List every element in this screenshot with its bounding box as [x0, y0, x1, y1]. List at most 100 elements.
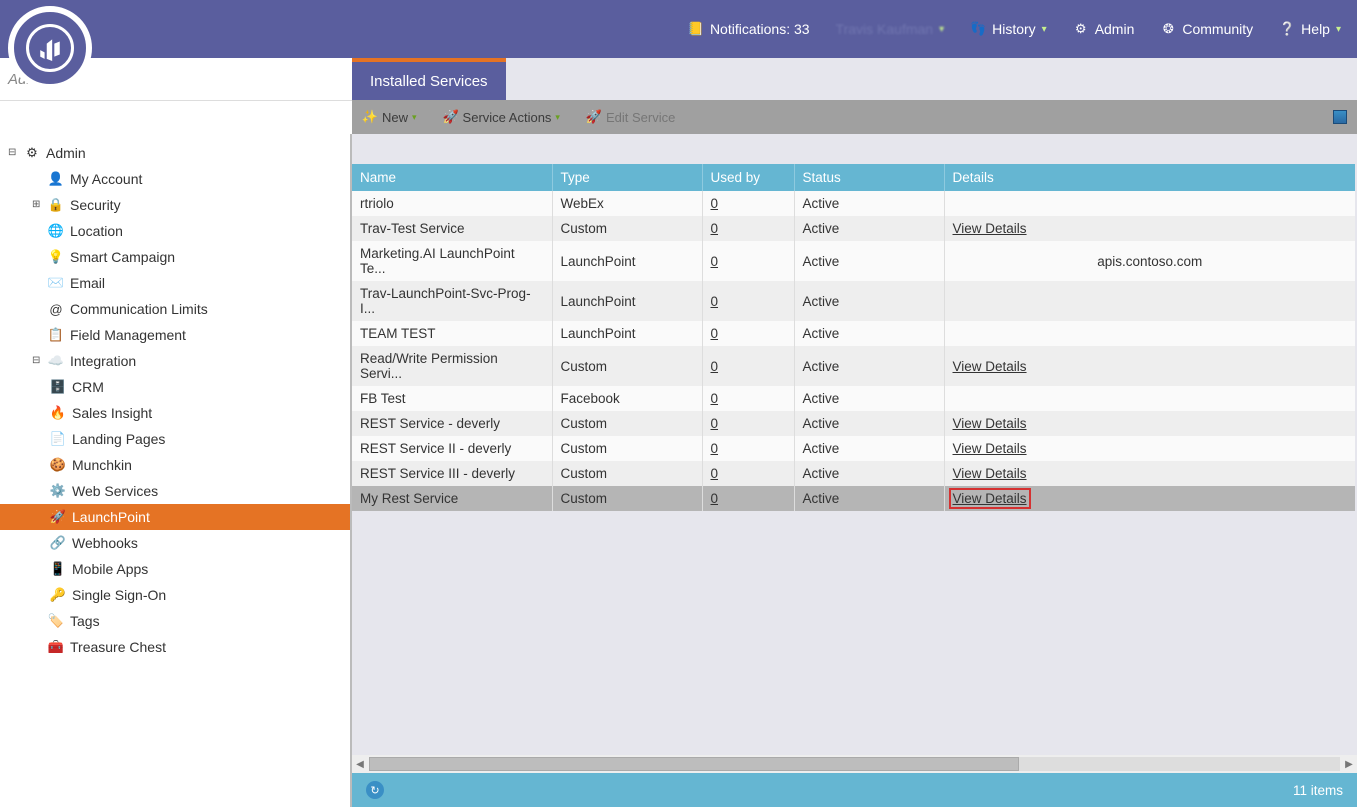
- view-details-link[interactable]: View Details: [953, 359, 1027, 374]
- table-row[interactable]: REST Service - deverlyCustom0ActiveView …: [352, 411, 1355, 436]
- notifications-label: Notifications: 33: [710, 21, 810, 37]
- help-label: Help: [1301, 21, 1330, 37]
- user-menu[interactable]: Travis Kaufman ▾: [836, 21, 945, 37]
- cell-type: Custom: [552, 461, 702, 486]
- tree-mobile-apps[interactable]: 📱Mobile Apps: [0, 556, 350, 582]
- cell-details: View Details: [944, 411, 1355, 436]
- refresh-button[interactable]: ↻: [366, 781, 384, 799]
- tree-my-account[interactable]: 👤My Account: [0, 166, 350, 192]
- cell-used: 0: [702, 216, 794, 241]
- cell-details: View Details: [944, 486, 1355, 511]
- tree-email[interactable]: ✉️Email: [0, 270, 350, 296]
- used-by-link[interactable]: 0: [711, 196, 719, 211]
- table-row[interactable]: Marketing.AI LaunchPoint Te...LaunchPoin…: [352, 241, 1355, 281]
- cell-status: Active: [794, 281, 944, 321]
- tree-munchkin[interactable]: 🍪Munchkin: [0, 452, 350, 478]
- scroll-left-icon[interactable]: ◀: [352, 759, 368, 770]
- tree-sso[interactable]: 🔑Single Sign-On: [0, 582, 350, 608]
- tree-tags[interactable]: 🏷️Tags: [0, 608, 350, 634]
- admin-link[interactable]: ⚙ Admin: [1073, 21, 1135, 37]
- view-details-link[interactable]: View Details: [953, 416, 1027, 431]
- tab-installed-services[interactable]: Installed Services: [352, 58, 506, 100]
- table-row[interactable]: Trav-Test ServiceCustom0ActiveView Detai…: [352, 216, 1355, 241]
- cell-type: LaunchPoint: [552, 241, 702, 281]
- used-by-link[interactable]: 0: [711, 391, 719, 406]
- table-row[interactable]: REST Service II - deverlyCustom0ActiveVi…: [352, 436, 1355, 461]
- cell-used: 0: [702, 281, 794, 321]
- tree-field-management[interactable]: 📋Field Management: [0, 322, 350, 348]
- cell-name: REST Service II - deverly: [352, 436, 552, 461]
- tree-security[interactable]: ⊞🔒Security: [0, 192, 350, 218]
- tree-treasure-chest[interactable]: 🧰Treasure Chest: [0, 634, 350, 660]
- new-button[interactable]: ✨ New ▾: [362, 109, 417, 125]
- cell-status: Active: [794, 411, 944, 436]
- scroll-thumb[interactable]: [369, 757, 1019, 771]
- view-details-link[interactable]: View Details: [949, 488, 1031, 509]
- used-by-link[interactable]: 0: [711, 466, 719, 481]
- edit-service-button[interactable]: 🚀 Edit Service: [586, 109, 675, 125]
- used-by-link[interactable]: 0: [711, 491, 719, 506]
- col-header-details[interactable]: Details: [944, 164, 1355, 191]
- col-header-status[interactable]: Status: [794, 164, 944, 191]
- gears-icon: ⚙️: [50, 483, 66, 499]
- view-details-link[interactable]: View Details: [953, 221, 1027, 236]
- toggle-panel-button[interactable]: [1333, 110, 1347, 124]
- history-menu[interactable]: 👣 History ▾: [970, 21, 1047, 37]
- tree-smart-campaign[interactable]: 💡Smart Campaign: [0, 244, 350, 270]
- table-row[interactable]: rtrioloWebEx0Active: [352, 191, 1355, 216]
- help-menu[interactable]: ❔ Help ▾: [1279, 21, 1341, 37]
- table-row[interactable]: FB TestFacebook0Active: [352, 386, 1355, 411]
- tree-sales-insight[interactable]: 🔥Sales Insight: [0, 400, 350, 426]
- table-row[interactable]: TEAM TESTLaunchPoint0Active: [352, 321, 1355, 346]
- logo[interactable]: [8, 6, 92, 90]
- tree-web-services[interactable]: ⚙️Web Services: [0, 478, 350, 504]
- tab-title: Installed Services: [370, 73, 488, 90]
- tree-launchpoint[interactable]: 🚀LaunchPoint: [0, 504, 350, 530]
- tree-crm[interactable]: 🗄️CRM: [0, 374, 350, 400]
- used-by-link[interactable]: 0: [711, 326, 719, 341]
- cell-name: My Rest Service: [352, 486, 552, 511]
- tree-location[interactable]: 🌐Location: [0, 218, 350, 244]
- cell-status: Active: [794, 191, 944, 216]
- table-row[interactable]: My Rest ServiceCustom0ActiveView Details: [352, 486, 1355, 511]
- cell-details: [944, 191, 1355, 216]
- cell-status: Active: [794, 436, 944, 461]
- grid-footer: ↻ 11 items: [352, 773, 1357, 807]
- view-details-link[interactable]: View Details: [953, 441, 1027, 456]
- cell-details: [944, 281, 1355, 321]
- list-icon: 📋: [48, 327, 64, 343]
- used-by-link[interactable]: 0: [711, 254, 719, 269]
- tree-webhooks[interactable]: 🔗Webhooks: [0, 530, 350, 556]
- used-by-link[interactable]: 0: [711, 294, 719, 309]
- table-row[interactable]: Trav-LaunchPoint-Svc-Prog-I...LaunchPoin…: [352, 281, 1355, 321]
- cell-type: WebEx: [552, 191, 702, 216]
- cell-details: View Details: [944, 461, 1355, 486]
- tree-comm-limits[interactable]: @Communication Limits: [0, 296, 350, 322]
- cookie-icon: 🍪: [50, 457, 66, 473]
- horizontal-scrollbar[interactable]: ◀ ▶: [352, 755, 1357, 773]
- notifications-link[interactable]: 📒 Notifications: 33: [688, 21, 810, 37]
- content-toolbar: ✨ New ▾ 🚀 Service Actions ▾ 🚀 Edit Servi…: [352, 100, 1357, 134]
- table-row[interactable]: Read/Write Permission Servi...Custom0Act…: [352, 346, 1355, 386]
- view-details-link[interactable]: View Details: [953, 466, 1027, 481]
- gear-icon: ⚙: [1073, 21, 1089, 37]
- tag-icon: 🏷️: [48, 613, 64, 629]
- tree-landing-pages[interactable]: 📄Landing Pages: [0, 426, 350, 452]
- service-actions-label: Service Actions: [463, 110, 552, 125]
- table-row[interactable]: REST Service III - deverlyCustom0ActiveV…: [352, 461, 1355, 486]
- tree-integration[interactable]: ⊟☁️Integration: [0, 348, 350, 374]
- col-header-type[interactable]: Type: [552, 164, 702, 191]
- used-by-link[interactable]: 0: [711, 416, 719, 431]
- col-header-used[interactable]: Used by: [702, 164, 794, 191]
- tree-admin[interactable]: ⊟⚙Admin: [0, 140, 350, 166]
- col-header-name[interactable]: Name: [352, 164, 552, 191]
- cell-used: 0: [702, 436, 794, 461]
- service-actions-button[interactable]: 🚀 Service Actions ▾: [443, 109, 560, 125]
- used-by-link[interactable]: 0: [711, 441, 719, 456]
- globe-icon: 🌐: [48, 223, 64, 239]
- scroll-right-icon[interactable]: ▶: [1341, 759, 1357, 770]
- edit-service-label: Edit Service: [606, 110, 675, 125]
- community-link[interactable]: ❂ Community: [1160, 21, 1253, 37]
- used-by-link[interactable]: 0: [711, 359, 719, 374]
- used-by-link[interactable]: 0: [711, 221, 719, 236]
